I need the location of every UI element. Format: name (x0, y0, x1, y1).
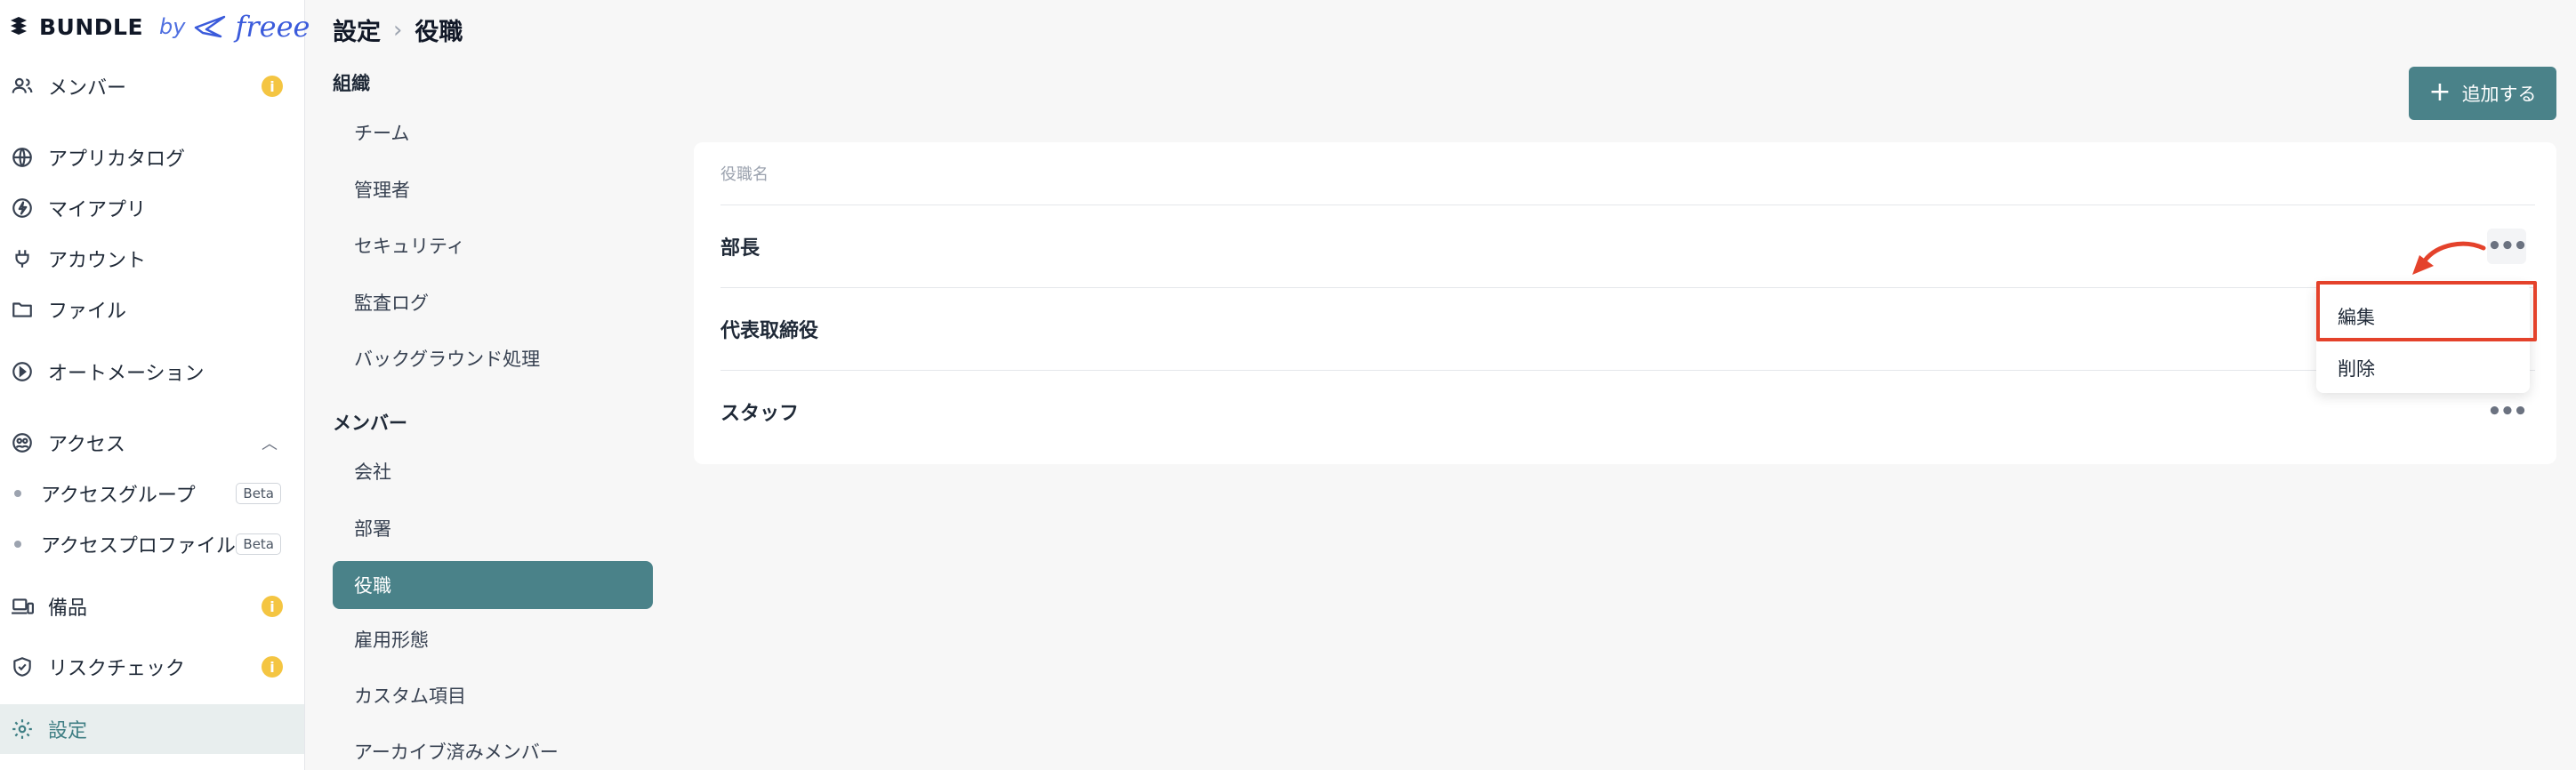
globe-icon (9, 144, 36, 171)
devices-icon (9, 593, 36, 620)
position-name: 代表取締役 (720, 320, 819, 342)
positions-table: 役職名 部長 ••• 代表取締役 スタッフ ••• (694, 142, 2556, 464)
sidebar-item-files[interactable]: ファイル (0, 285, 304, 334)
add-button-label: 追加する (2461, 84, 2537, 105)
settings-menu-security[interactable]: セキュリティ (333, 221, 653, 269)
settings-menu-company[interactable]: 会社 (333, 447, 653, 495)
sidebar-subitem-label: アクセスグループ (41, 485, 196, 507)
sidebar-item-label: オートメーション (48, 363, 205, 385)
sidebar-item-access[interactable]: アクセス ︿ (0, 418, 304, 468)
settings-menu-background-jobs[interactable]: バックグラウンド処理 (333, 334, 653, 382)
annotation-arrow-icon (2412, 241, 2486, 275)
chevron-right-icon: › (393, 16, 403, 44)
people-icon (9, 73, 36, 100)
sidebar-item-label: ファイル (48, 301, 127, 323)
position-name: スタッフ (720, 403, 800, 425)
table-row[interactable]: 代表取締役 (720, 287, 2535, 370)
table-row[interactable]: スタッフ ••• (720, 370, 2535, 453)
column-header-position-name: 役職名 (720, 165, 769, 184)
row-actions-menu: 編集 削除 (2316, 283, 2530, 393)
sidebar-item-automation[interactable]: オートメーション (0, 347, 304, 397)
sidebar-item-label: リスクチェック (48, 658, 186, 680)
sidebar-subitem-access-group[interactable]: アクセスグループ Beta (0, 469, 304, 518)
settings-menu-audit-log[interactable]: 監査ログ (333, 278, 653, 326)
info-icon: i (262, 596, 283, 617)
beta-badge: Beta (236, 533, 281, 555)
menu-item-edit[interactable]: 編集 (2316, 292, 2530, 341)
settings-section-title: 組織 (333, 73, 370, 94)
sidebar: BUNDLE by freee メンバー i アプリカタログ マイアプリ アカウ… (0, 0, 310, 770)
settings-menu-positions[interactable]: 役職 (333, 561, 653, 609)
sidebar-item-label: アクセス (48, 434, 125, 456)
breadcrumb: 設定 › 役職 (333, 12, 463, 47)
plus-icon: + (2428, 76, 2451, 108)
sidebar-item-label: マイアプリ (48, 199, 147, 221)
access-icon (9, 429, 36, 456)
breadcrumb-parent[interactable]: 設定 (333, 12, 381, 47)
settings-section-title: メンバー (333, 413, 407, 434)
menu-item-delete[interactable]: 削除 (2316, 343, 2530, 393)
sidebar-item-label: 設定 (48, 720, 88, 742)
sidebar-item-label: 備品 (48, 598, 88, 620)
sidebar-item-settings[interactable]: 設定 (0, 704, 304, 754)
sidebar-item-equipment[interactable]: 備品 i (0, 582, 304, 631)
add-button[interactable]: + 追加する (2409, 67, 2556, 120)
sidebar-item-risk-check[interactable]: リスクチェック i (0, 642, 304, 692)
position-name: 部長 (720, 237, 761, 260)
settings-menu-employment-types[interactable]: 雇用形態 (333, 615, 653, 663)
settings-menu-teams[interactable]: チーム (333, 108, 653, 156)
sidebar-item-my-apps[interactable]: マイアプリ (0, 183, 304, 233)
bundle-logo-icon (11, 17, 27, 35)
folder-icon (9, 296, 36, 323)
bolt-icon (9, 195, 36, 221)
sidebar-subitem-label: アクセスプロファイル (41, 535, 236, 557)
more-options-icon[interactable]: ••• (2487, 394, 2528, 429)
sidebar-item-members[interactable]: メンバー i (0, 61, 304, 111)
freee-wing-icon (195, 15, 226, 38)
breadcrumb-current: 役職 (415, 19, 463, 46)
chevron-up-icon[interactable]: ︿ (262, 431, 278, 454)
bullet-icon (14, 490, 21, 497)
info-icon: i (262, 76, 283, 97)
shield-check-icon (9, 654, 36, 680)
settings-menu-archived-members[interactable]: アーカイブ済みメンバー (333, 727, 653, 770)
brand-partner: freee (235, 10, 310, 44)
settings-menu-custom-fields[interactable]: カスタム項目 (333, 671, 653, 719)
sidebar-item-label: アプリカタログ (48, 148, 186, 171)
sidebar-subitem-access-profile[interactable]: アクセスプロファイル Beta (0, 519, 304, 569)
brand-by: by (159, 14, 186, 39)
play-circle-icon (9, 358, 36, 385)
settings-menu-departments[interactable]: 部署 (333, 504, 653, 552)
beta-badge: Beta (236, 483, 281, 504)
table-row[interactable]: 部長 ••• (720, 205, 2535, 287)
sidebar-item-accounts[interactable]: アカウント (0, 234, 304, 284)
gear-icon (9, 716, 36, 742)
info-icon: i (262, 656, 283, 678)
brand-name: BUNDLE (39, 13, 144, 40)
sidebar-item-label: アカウント (48, 250, 147, 272)
sidebar-item-app-catalog[interactable]: アプリカタログ (0, 132, 304, 182)
plug-icon (9, 245, 36, 272)
bullet-icon (14, 541, 21, 548)
sidebar-item-label: メンバー (48, 77, 127, 100)
more-options-icon[interactable]: ••• (2487, 229, 2528, 264)
settings-menu-admins[interactable]: 管理者 (333, 165, 653, 213)
logo[interactable]: BUNDLE by freee (7, 7, 310, 46)
